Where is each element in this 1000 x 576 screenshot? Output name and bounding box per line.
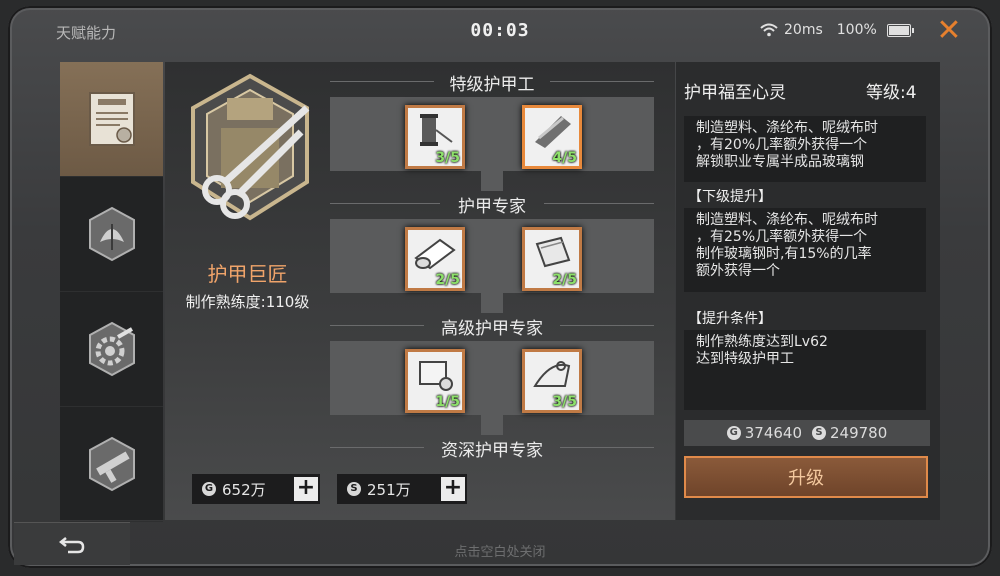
desc-line: 制作熟练度达到Lv62 xyxy=(696,334,828,350)
fabric-sheet-icon xyxy=(535,236,571,268)
skill-name: 护甲巨匠 xyxy=(207,262,288,286)
skill-proficiency: 制作熟练度:110级 xyxy=(185,293,310,311)
tier3-item-2[interactable]: 3/5 xyxy=(522,349,582,413)
item-progress: 3/5 xyxy=(435,150,460,166)
silver-coin-icon: S xyxy=(347,482,361,496)
tier-label: 护甲专家 xyxy=(458,197,526,217)
desc-line: 制造塑料、涤纶布、呢绒布时 xyxy=(696,120,878,136)
gold-coin-icon: G xyxy=(726,426,741,440)
tier3-item-1[interactable]: 1/5 xyxy=(405,349,465,413)
tier-label: 高级护甲专家 xyxy=(441,319,543,339)
tier-connector xyxy=(481,171,503,191)
battery-percent: 100% xyxy=(836,22,877,38)
tier2-item-1[interactable]: 2/5 xyxy=(405,227,465,291)
battery-icon xyxy=(886,23,914,37)
gear-tools-icon xyxy=(88,321,135,377)
item-progress: 2/5 xyxy=(435,272,460,288)
silver-amount: 251万 xyxy=(367,480,411,499)
certificate-icon xyxy=(88,92,135,146)
upgrade-conditions: 制作熟练度达到Lv62 达到特级护甲工 xyxy=(684,330,926,410)
tier-row xyxy=(330,97,654,171)
tier-label: 特级护甲工 xyxy=(449,75,535,95)
talent-level: 等级:4 xyxy=(866,83,917,103)
item-progress: 1/5 xyxy=(435,394,460,410)
condition-heading: 【提升条件】 xyxy=(688,311,772,327)
thread-spool-icon xyxy=(420,114,453,146)
add-silver-button[interactable]: + xyxy=(441,477,465,501)
leaf-emblem-icon xyxy=(88,206,135,262)
current-effect: 制造塑料、涤纶布、呢绒布时 ，有20%几率额外获得一个 解锁职业专属半成品玻璃钢 xyxy=(684,116,926,182)
cloth-fold-icon xyxy=(533,361,571,387)
tab-gear-tools[interactable] xyxy=(60,292,163,407)
weapon-icon xyxy=(88,436,135,492)
silver-coin-icon: S xyxy=(812,426,826,440)
desc-line: 制造塑料、涤纶布、呢绒布时 xyxy=(696,212,878,228)
tier1-item-2[interactable]: 4/5 xyxy=(522,105,582,169)
desc-line: ，有20%几率额外获得一个 xyxy=(696,137,868,153)
tier-connector xyxy=(481,293,503,313)
silver-currency: S 251万 + xyxy=(337,474,467,504)
canvas-roll-icon xyxy=(419,361,453,391)
talent-title: 护甲福至心灵 xyxy=(684,83,786,103)
item-progress: 3/5 xyxy=(552,394,577,410)
cloth-roll-icon xyxy=(535,116,571,148)
fabric-roll-icon xyxy=(414,238,456,270)
tier1-item-1[interactable]: 3/5 xyxy=(405,105,465,169)
wifi-icon xyxy=(760,23,778,37)
close-hint[interactable]: 点击空白处关闭 xyxy=(0,541,1000,560)
desc-line: 达到特级护甲工 xyxy=(696,351,794,367)
next-level-effect: 制造塑料、涤纶布、呢绒布时 ，有25%几率额外获得一个 制作玻璃钢时,有15%的… xyxy=(684,208,926,292)
desc-line: 解锁职业专属半成品玻璃钢 xyxy=(696,154,864,170)
desc-line: 制作玻璃钢时,有15%的几率 xyxy=(696,246,872,262)
upgrade-button[interactable]: 升级 xyxy=(684,456,928,498)
network-latency: 20ms xyxy=(784,22,823,38)
tab-weapon[interactable] xyxy=(60,407,163,522)
tab-leaf-emblem[interactable] xyxy=(60,177,163,292)
cost-gold: 374640 xyxy=(744,424,802,442)
desc-line: 额外获得一个 xyxy=(696,263,780,279)
tier-row xyxy=(330,219,654,293)
desc-line: ，有25%几率额外获得一个 xyxy=(696,229,868,245)
add-gold-button[interactable]: + xyxy=(294,477,318,501)
gold-amount: 652万 xyxy=(222,480,266,499)
category-tabs xyxy=(60,62,163,522)
tier-row xyxy=(330,341,654,415)
tier-label: 资深护甲专家 xyxy=(441,441,543,461)
next-level-heading: 【下级提升】 xyxy=(688,189,772,205)
gold-currency: G 652万 + xyxy=(192,474,320,504)
armor-scissors-icon xyxy=(191,73,310,221)
gold-coin-icon: G xyxy=(202,482,216,496)
tier-connector xyxy=(481,415,503,435)
tab-certificate[interactable] xyxy=(60,62,163,177)
item-progress: 2/5 xyxy=(552,272,577,288)
cost-silver: 249780 xyxy=(830,424,888,442)
status-area: 20ms 100% xyxy=(760,22,914,38)
close-button[interactable]: ✕ xyxy=(934,16,964,46)
item-progress: 4/5 xyxy=(552,150,577,166)
tier2-item-2[interactable]: 2/5 xyxy=(522,227,582,291)
upgrade-cost: G 374640 S 249780 xyxy=(684,420,930,446)
